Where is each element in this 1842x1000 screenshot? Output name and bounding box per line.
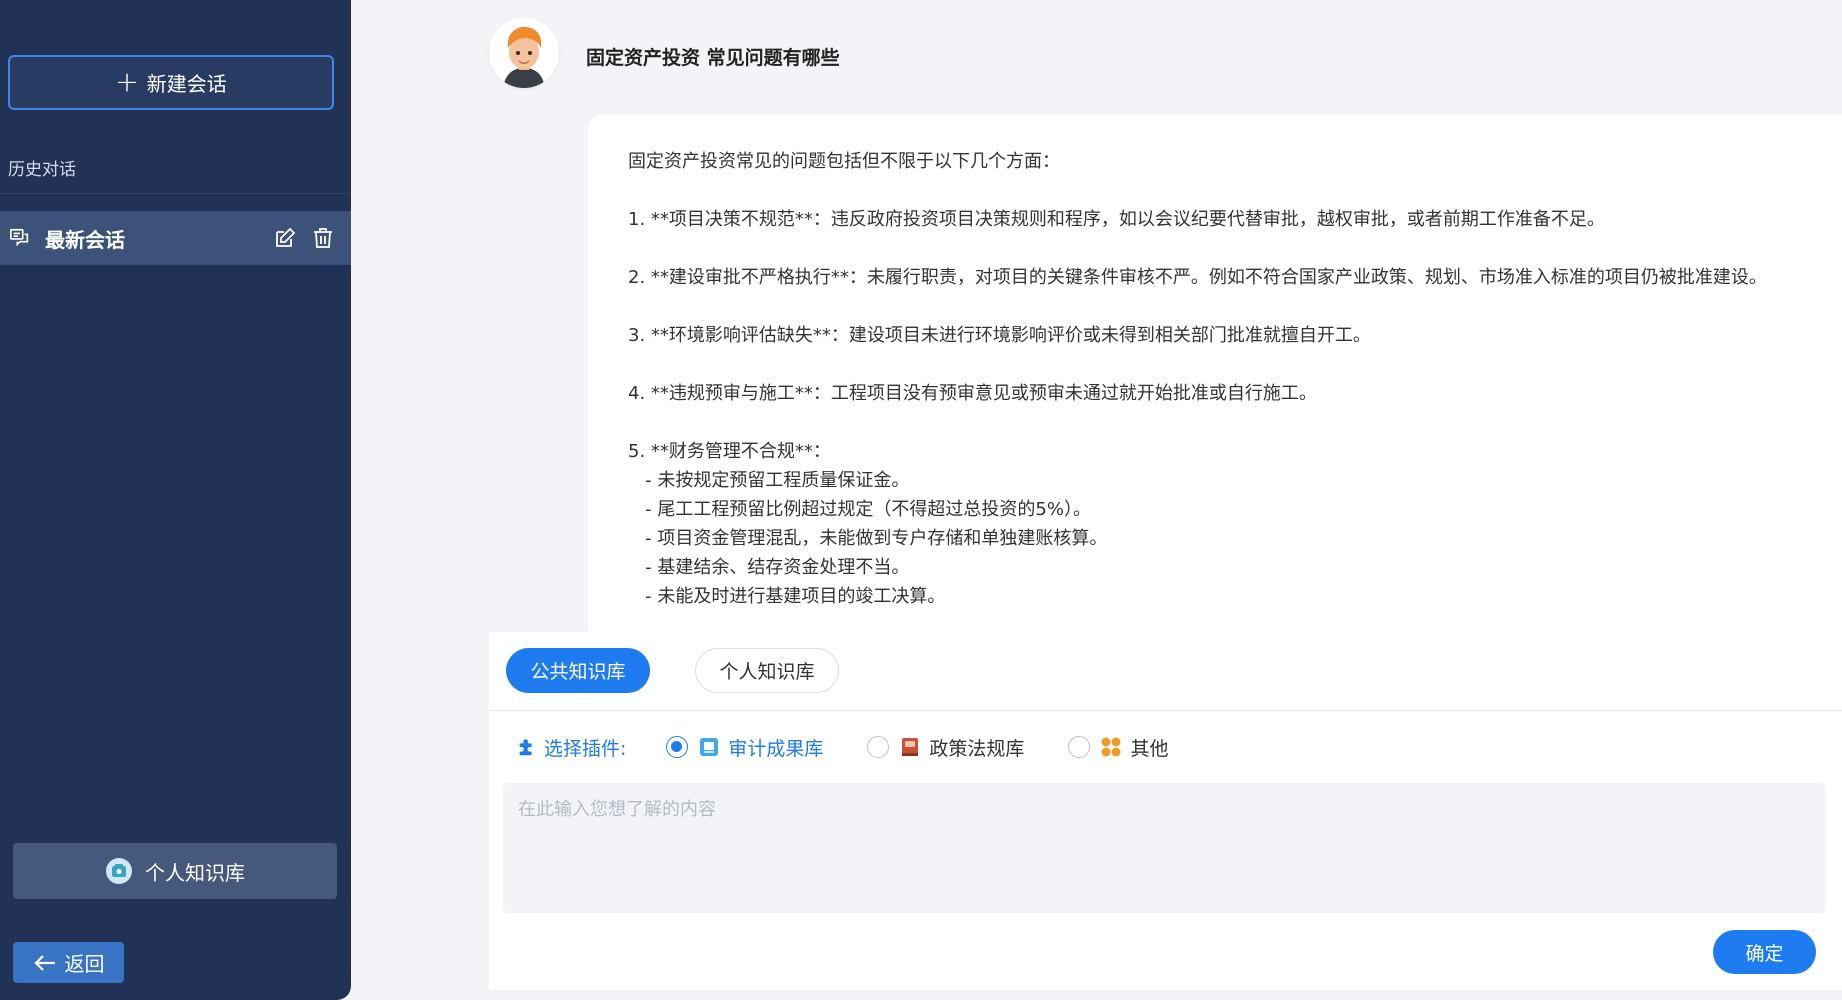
plugin-option-label: 政策法规库 (929, 737, 1025, 760)
panel-divider (489, 710, 1842, 711)
knowledge-base-icon (106, 858, 132, 884)
new-chat-label: 新建会话 (146, 72, 227, 96)
user-question: 固定资产投资 常见问题有哪些 (586, 47, 840, 69)
history-title: 历史对话 (8, 160, 76, 180)
radio-button[interactable] (666, 736, 689, 758)
plugin-option-policy-regulations[interactable]: 政策法规库 (867, 734, 1024, 761)
policy-book-icon (902, 738, 919, 756)
tab-personal-knowledge-base[interactable]: 个人知识库 (695, 648, 839, 693)
answer-text: 固定资产投资常见的问题包括但不限于以下几个方面： 1. **项目决策不规范**：… (628, 151, 1767, 607)
new-chat-button[interactable]: + 新建会话 (8, 55, 334, 110)
answer-card: 固定资产投资常见的问题包括但不限于以下几个方面： 1. **项目决策不规范**：… (588, 115, 1842, 635)
audit-results-icon (700, 738, 719, 756)
tab-public-knowledge-base[interactable]: 公共知识库 (506, 648, 650, 693)
composer-panel: 公共知识库 个人知识库 选择插件: 审计成果库 政策法规库 其他 在此输入您想了… (489, 632, 1842, 990)
avatar (489, 18, 559, 88)
back-label: 返回 (64, 952, 105, 976)
plugin-option-label: 审计成果库 (728, 737, 824, 760)
message-input[interactable] (503, 783, 1826, 913)
edit-icon[interactable] (273, 226, 297, 250)
radio-button[interactable] (1068, 736, 1091, 758)
plugin-option-audit-results[interactable]: 审计成果库 (666, 734, 823, 761)
plugin-label: 选择插件: (516, 734, 626, 761)
arrow-left-icon (33, 954, 55, 971)
plus-icon: + (115, 64, 139, 98)
personal-knowledge-base-label: 个人知识库 (145, 860, 245, 885)
back-button[interactable]: 返回 (13, 942, 124, 983)
history-divider (0, 193, 351, 194)
chat-bubbles-icon (10, 228, 29, 247)
other-grid-icon (1101, 737, 1121, 757)
plugin-option-other[interactable]: 其他 (1068, 734, 1168, 761)
history-item[interactable]: 最新会话 (0, 211, 351, 265)
plugin-selector: 选择插件: 审计成果库 政策法规库 其他 (516, 732, 1212, 762)
personal-knowledge-base-button[interactable]: 个人知识库 (13, 843, 337, 899)
radio-button[interactable] (867, 736, 890, 758)
sidebar: + 新建会话 历史对话 最新会话 个人知识库 返回 (0, 0, 351, 1000)
plugin-option-label: 其他 (1130, 737, 1169, 760)
history-item-label: 最新会话 (45, 227, 125, 252)
plugin-label-text: 选择插件: (544, 737, 627, 760)
confirm-button[interactable]: 确定 (1713, 930, 1816, 974)
puzzle-icon (519, 739, 532, 756)
trash-icon[interactable] (311, 226, 335, 250)
